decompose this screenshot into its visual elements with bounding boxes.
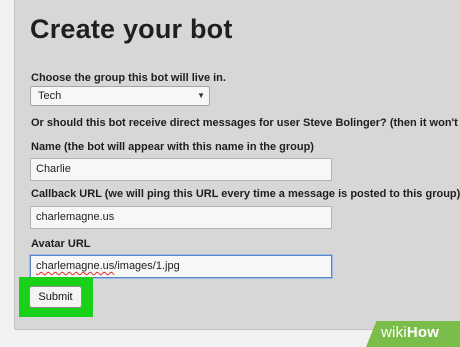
avatar-url-value-misspelled: charlemagne.us <box>36 260 115 272</box>
watermark-wiki: wiki <box>381 324 407 341</box>
page-title: Create your bot <box>30 14 233 44</box>
callback-url-value: charlemagne.us <box>36 211 115 223</box>
avatar-url-label: Avatar URL <box>31 238 91 250</box>
chevron-down-icon: ▼ <box>197 91 205 100</box>
watermark-logo: wikiHow <box>381 324 439 341</box>
group-select-value: Tech <box>38 90 62 102</box>
group-select[interactable]: Tech ▼ <box>30 86 210 106</box>
name-field[interactable]: Charlie <box>30 158 332 181</box>
submit-button[interactable]: Submit <box>29 286 82 308</box>
watermark-how: How <box>406 324 440 341</box>
name-label: Name (the bot will appear with this name… <box>31 141 314 153</box>
callback-url-label: Callback URL (we will ping this URL ever… <box>31 188 460 200</box>
avatar-url-field[interactable]: charlemagne.us/images/1.jpg <box>30 255 332 278</box>
callback-url-field[interactable]: charlemagne.us <box>30 206 332 229</box>
avatar-url-value-rest: /images/1.jpg <box>114 260 180 272</box>
name-field-value: Charlie <box>36 163 71 175</box>
group-label: Choose the group this bot will live in. <box>31 72 226 84</box>
direct-messages-label: Or should this bot receive direct messag… <box>31 117 460 129</box>
